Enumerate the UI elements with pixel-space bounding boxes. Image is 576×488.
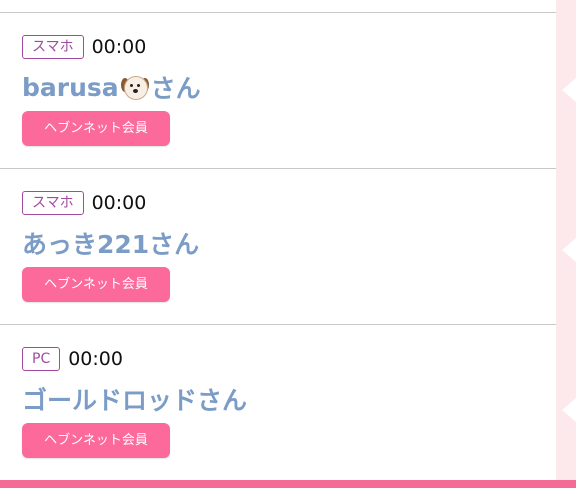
entry-meta: PC 00:00	[22, 347, 123, 371]
visitor-name[interactable]: あっき221さん	[22, 225, 199, 261]
visitor-entry[interactable]: スマホ 00:00 barusa さん ヘブンネット会員	[0, 13, 556, 169]
access-time: 00:00	[68, 348, 123, 370]
visitor-name-prefix: barusa	[22, 72, 119, 102]
dog-emoji-icon	[120, 73, 149, 101]
notch-shape	[562, 398, 576, 422]
visitor-name[interactable]: ゴールドロッドさん	[22, 381, 247, 417]
visitor-name[interactable]: barusa さん	[22, 69, 201, 105]
access-time: 00:00	[91, 36, 147, 58]
notch-shape	[562, 238, 576, 262]
member-badge-button[interactable]: ヘブンネット会員	[22, 111, 170, 146]
visitor-entry[interactable]: スマホ 00:00 あっき221さん ヘブンネット会員	[0, 169, 556, 325]
device-tag: スマホ	[22, 35, 84, 59]
device-tag: スマホ	[22, 191, 84, 215]
visitor-list: スマホ 00:00 barusa さん ヘブンネット会員 スマホ 00:00 あ…	[0, 0, 556, 480]
member-badge-button[interactable]: ヘブンネット会員	[22, 267, 170, 302]
member-badge-button[interactable]: ヘブンネット会員	[22, 423, 170, 458]
visitor-entry[interactable]: PC 00:00 ゴールドロッドさん ヘブンネット会員	[0, 325, 556, 481]
device-tag: PC	[22, 347, 61, 371]
notch-shape	[562, 78, 576, 102]
side-decoration	[556, 0, 576, 480]
visitor-name-suffix: さん	[150, 74, 201, 103]
entry-meta: スマホ 00:00	[22, 35, 146, 59]
bottom-bar	[0, 480, 576, 488]
access-time: 00:00	[91, 192, 147, 214]
entry-meta: スマホ 00:00	[22, 191, 146, 215]
